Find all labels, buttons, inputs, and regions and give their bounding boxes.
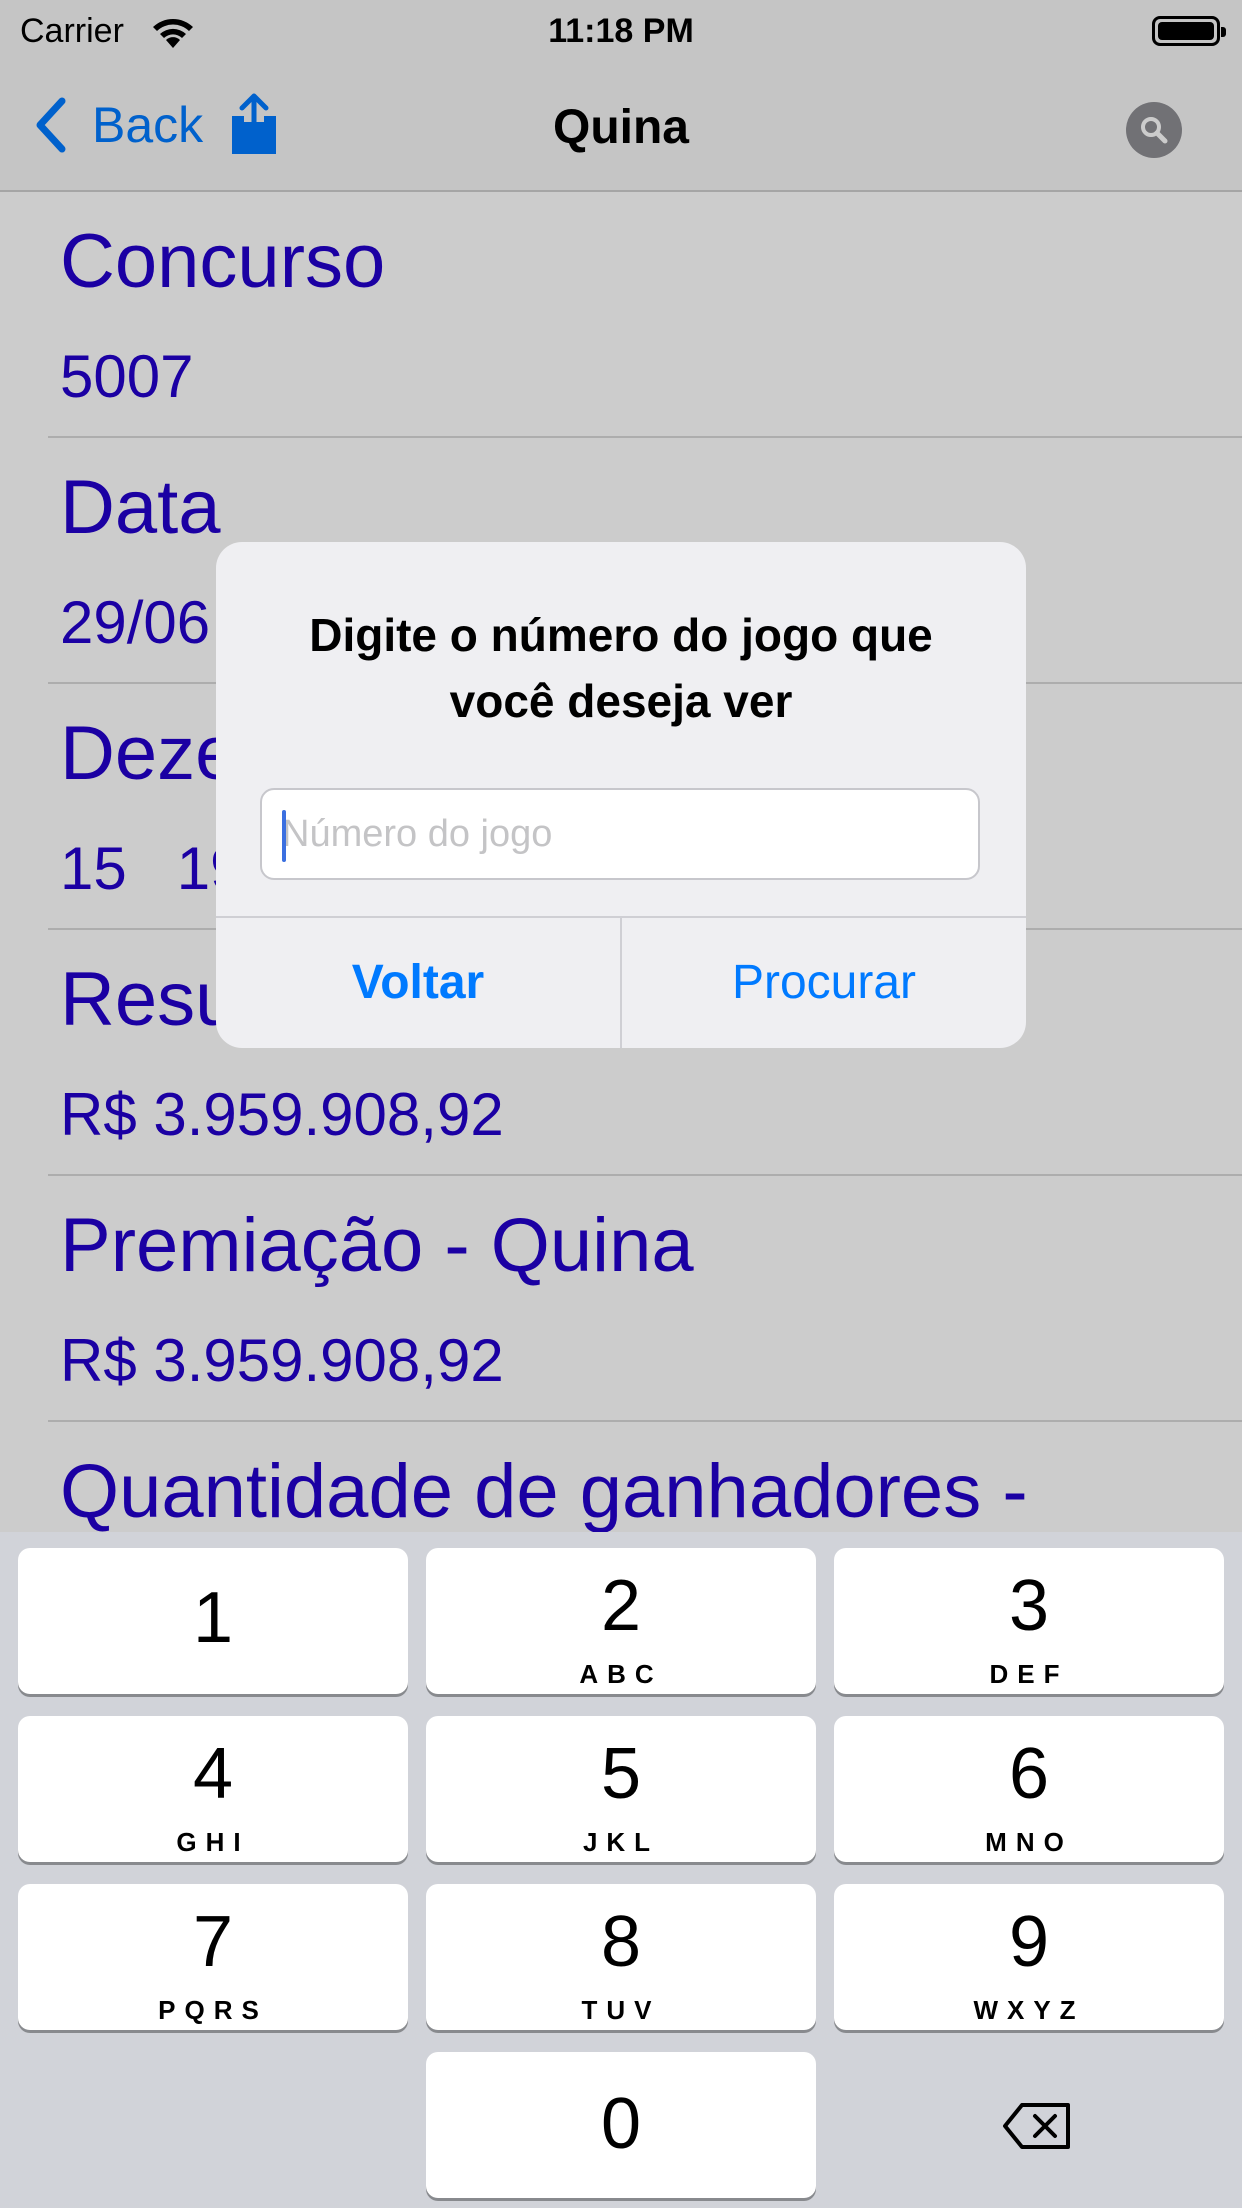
key-5[interactable]: 5 JKL: [426, 1716, 816, 1862]
key-3[interactable]: 3 DEF: [834, 1548, 1224, 1694]
key-letters: WXYZ: [973, 1995, 1085, 2025]
key-letters: MNO: [985, 1827, 1073, 1857]
key-digit: 6: [1008, 1734, 1050, 1814]
delete-button[interactable]: [834, 2052, 1240, 2198]
key-0[interactable]: 0: [426, 2052, 816, 2198]
key-letters: TUV: [581, 1995, 661, 2025]
voltar-button[interactable]: Voltar: [216, 918, 620, 1048]
key-letters: ABC: [579, 1659, 663, 1689]
key-digit: 4: [192, 1734, 234, 1814]
key-8[interactable]: 8 TUV: [426, 1884, 816, 2030]
key-letters: DEF: [989, 1659, 1069, 1689]
key-letters: JKL: [582, 1827, 660, 1857]
key-digit: 9: [1008, 1902, 1050, 1982]
key-2[interactable]: 2 ABC: [426, 1548, 816, 1694]
key-digit: 7: [192, 1902, 234, 1982]
key-digit: 2: [600, 1566, 642, 1646]
procurar-button[interactable]: Procurar: [622, 918, 1026, 1048]
key-6[interactable]: 6 MNO: [834, 1716, 1224, 1862]
game-number-input[interactable]: [260, 788, 980, 880]
key-digit: 1: [192, 1578, 234, 1658]
key-letters: GHI: [176, 1827, 250, 1857]
key-7[interactable]: 7 PQRS: [18, 1884, 408, 2030]
key-1[interactable]: 1: [18, 1548, 408, 1694]
alert-title: Digite o número do jogo que você deseja …: [309, 609, 933, 727]
key-digit: 5: [600, 1734, 642, 1814]
text-caret: [282, 810, 286, 862]
key-9[interactable]: 9 WXYZ: [834, 1884, 1224, 2030]
key-letters: PQRS: [158, 1995, 268, 2025]
search-game-alert: Digite o número do jogo que você deseja …: [216, 542, 1026, 1048]
backspace-icon: [1003, 2103, 1070, 2149]
key-digit: 3: [1008, 1566, 1050, 1646]
key-4[interactable]: 4 GHI: [18, 1716, 408, 1862]
key-digit: 8: [600, 1902, 642, 1982]
numeric-keypad: 1 2 ABC 3 DEF 4 GHI 5 JKL 6 MNO 7 PQRS 8…: [0, 1532, 1242, 2208]
key-digit: 0: [600, 2084, 642, 2164]
